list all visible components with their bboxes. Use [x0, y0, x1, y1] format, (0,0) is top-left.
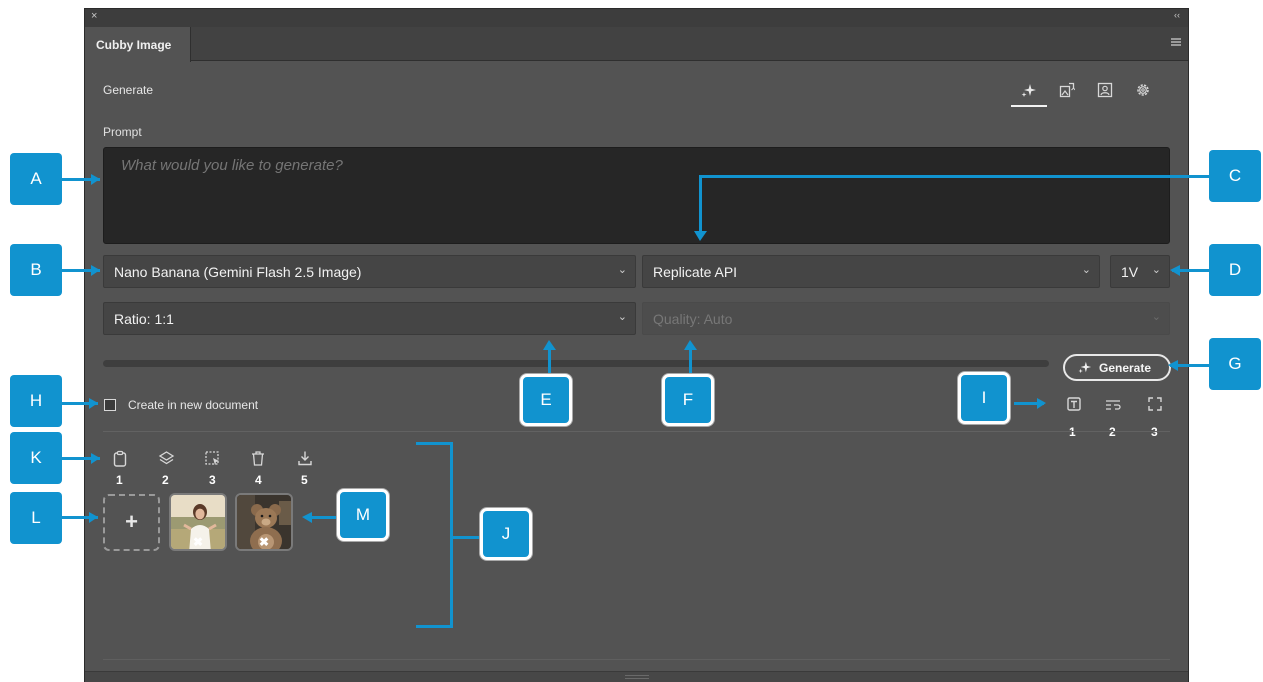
- annotation-d: D: [1209, 244, 1261, 296]
- annotation-g: G: [1209, 338, 1261, 390]
- annotation-b: B: [10, 244, 62, 296]
- annotation-j: J: [480, 508, 532, 560]
- annotation-c: C: [1209, 150, 1261, 202]
- annotation-h: H: [10, 375, 62, 427]
- annotation-k: K: [10, 432, 62, 484]
- annotation-l: L: [10, 492, 62, 544]
- annotation-i: I: [958, 372, 1010, 424]
- annotation-a: A: [10, 153, 62, 205]
- annotation-arrowheads: [89, 174, 1180, 523]
- screenshot-stage: × ‹‹ Cubby Image Generate Prompt What wo…: [0, 0, 1263, 682]
- annotation-e: E: [520, 374, 572, 426]
- annotation-f: F: [662, 374, 714, 426]
- annotation-m: M: [337, 489, 389, 541]
